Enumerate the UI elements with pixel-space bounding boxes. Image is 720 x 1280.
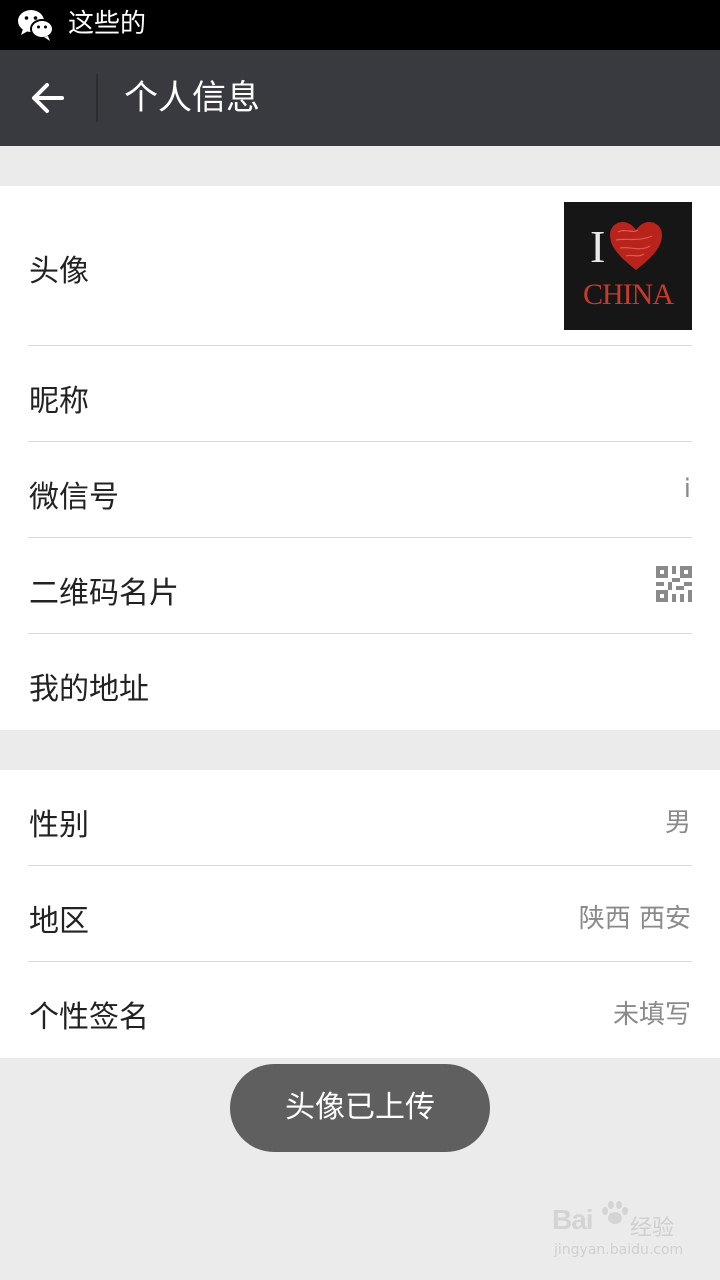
avatar-label: 头像	[29, 254, 89, 289]
region-label: 地区	[29, 904, 89, 939]
avatar[interactable]: I CHINA	[564, 202, 692, 330]
watermark-brand: Bai	[552, 1204, 594, 1235]
avatar-row[interactable]: 头像 I CHINA	[0, 186, 720, 346]
signature-value: 未填写	[612, 1000, 691, 1030]
status-bar: 这些的	[0, 0, 720, 50]
toast-message: 头像已上传	[230, 1064, 490, 1152]
wechat-id-row[interactable]: 微信号 i	[0, 442, 720, 538]
profile-group: 头像 I CHINA 昵称 微信号 i 二维码名片 我的地址	[0, 186, 720, 730]
qr-card-row[interactable]: 二维码名片	[0, 538, 720, 634]
region-row[interactable]: 地区 陕西 西安	[0, 866, 720, 962]
title-bar: 个人信息	[0, 50, 720, 146]
baidu-watermark: Bai 经验 jingyan.baidu.com	[552, 1201, 692, 1264]
details-group: 性别 男 地区 陕西 西安 个性签名 未填写	[0, 770, 720, 1058]
arrow-left-icon[interactable]	[22, 72, 74, 124]
page-title: 个人信息	[124, 78, 260, 118]
wechat-icon	[18, 10, 54, 41]
signature-label: 个性签名	[29, 1000, 149, 1035]
avatar-image-letter: I	[590, 221, 606, 272]
heart-icon	[610, 222, 662, 270]
signature-row[interactable]: 个性签名 未填写	[0, 962, 720, 1058]
nickname-label: 昵称	[29, 384, 89, 419]
gender-row[interactable]: 性别 男	[0, 770, 720, 866]
qr-code-icon	[656, 566, 692, 602]
paw-icon	[602, 1201, 628, 1224]
wechat-id-label: 微信号	[29, 480, 119, 515]
address-label: 我的地址	[29, 672, 149, 707]
gender-label: 性别	[29, 808, 89, 843]
nickname-row[interactable]: 昵称	[0, 346, 720, 442]
address-row[interactable]: 我的地址	[0, 634, 720, 730]
watermark-url: jingyan.baidu.com	[554, 1242, 684, 1258]
gender-value: 男	[664, 808, 691, 838]
watermark-brand-cn: 经验	[630, 1216, 675, 1241]
region-value: 陕西 西安	[578, 904, 691, 934]
qr-card-label: 二维码名片	[29, 576, 179, 611]
title-divider	[96, 74, 98, 122]
wechat-id-value: i	[683, 474, 691, 504]
avatar-image-text: CHINA	[583, 278, 674, 311]
status-text: 这些的	[68, 9, 147, 39]
